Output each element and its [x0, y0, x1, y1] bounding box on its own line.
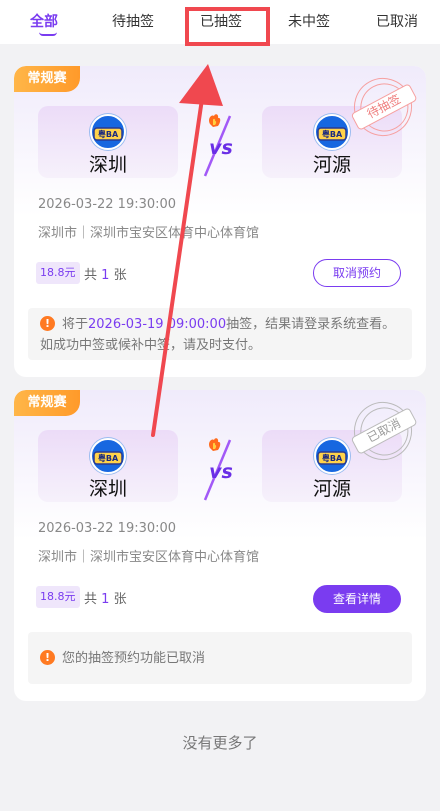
annotation-arrow-icon — [151, 64, 223, 437]
